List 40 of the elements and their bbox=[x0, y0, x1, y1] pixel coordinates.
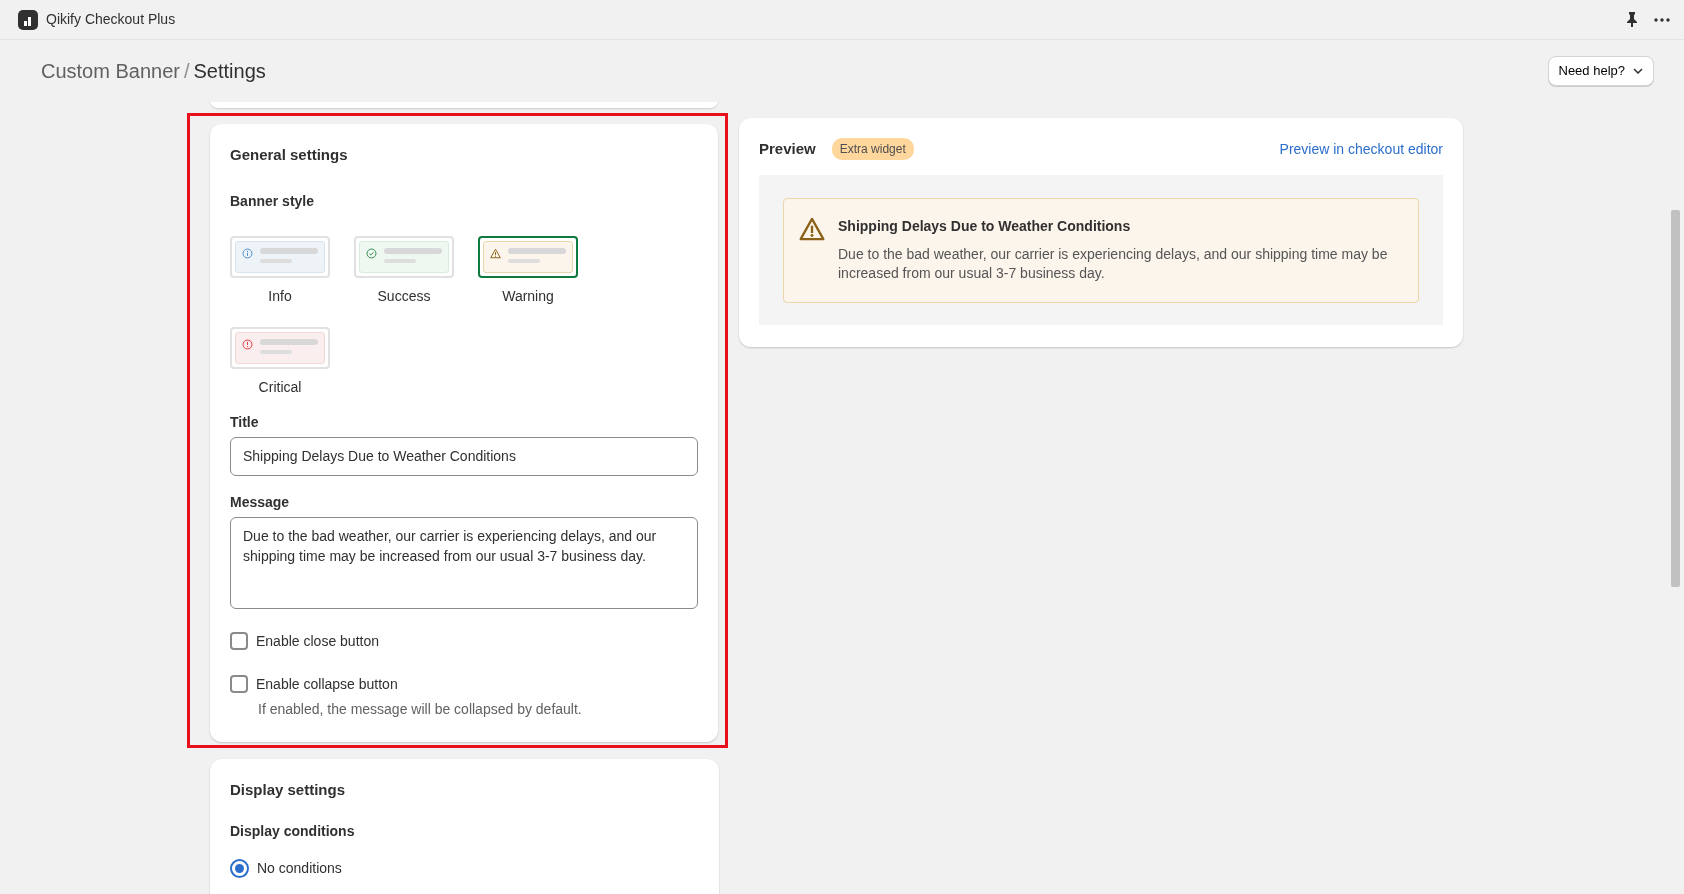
checkbox[interactable] bbox=[230, 632, 248, 650]
radio-button[interactable] bbox=[230, 859, 249, 878]
option-label: Critical bbox=[258, 377, 302, 397]
page-title: Settings bbox=[193, 59, 266, 84]
title-input[interactable]: Shipping Delays Due to Weather Conditions bbox=[230, 436, 698, 476]
breadcrumb-separator: / bbox=[183, 59, 190, 84]
section-label: Banner style bbox=[230, 191, 316, 211]
card-title: Display settings bbox=[230, 779, 347, 800]
checkbox[interactable] bbox=[230, 675, 248, 693]
scrollbar-thumb[interactable] bbox=[1671, 210, 1680, 587]
card-title: General settings bbox=[230, 145, 349, 165]
widget-badge: Extra widget bbox=[831, 138, 914, 161]
message-textarea[interactable]: Due to the bad weather, our carrier is experiencing delays, and our shipping time may be increased from our usual 3-7 business day. bbox=[230, 516, 698, 609]
banner-title: Shipping Delays Due to Weather Conditions bbox=[838, 216, 1132, 236]
checkbox-label[interactable]: Enable collapse button bbox=[256, 673, 398, 695]
info-icon bbox=[242, 247, 253, 259]
help-button[interactable]: Need help? bbox=[1547, 56, 1654, 86]
pin-icon[interactable] bbox=[1626, 12, 1638, 27]
warning-icon bbox=[490, 247, 501, 259]
section-label: Display conditions bbox=[230, 822, 356, 841]
option-label: Info bbox=[268, 286, 292, 306]
help-text: If enabled, the message will be collapsed by default. bbox=[258, 699, 583, 719]
field-label: Title bbox=[230, 412, 260, 432]
checkbox-label[interactable]: Enable close button bbox=[256, 630, 379, 652]
card-title: Preview bbox=[759, 139, 816, 159]
more-icon[interactable] bbox=[1654, 17, 1670, 22]
option-label: Warning bbox=[502, 286, 554, 306]
banner-style-option[interactable] bbox=[478, 235, 578, 278]
chevron-down-icon bbox=[1633, 68, 1643, 74]
radio-label[interactable]: No conditions bbox=[257, 858, 342, 879]
check-circle-icon bbox=[366, 247, 377, 259]
warning-icon bbox=[799, 215, 825, 242]
critical-icon bbox=[242, 338, 253, 350]
app-logo-icon bbox=[18, 9, 38, 30]
banner-message: Due to the bad weather, our carrier is experiencing delays, and our shipping time may be increased from our usual 3-7 business day. bbox=[838, 244, 1389, 284]
option-label: Success bbox=[377, 286, 431, 306]
breadcrumb-link[interactable]: Custom Banner bbox=[41, 56, 180, 86]
field-label: Message bbox=[230, 492, 291, 512]
app-name: Qikify Checkout Plus bbox=[46, 10, 176, 29]
preview-link[interactable]: Preview in checkout editor bbox=[1279, 138, 1443, 160]
